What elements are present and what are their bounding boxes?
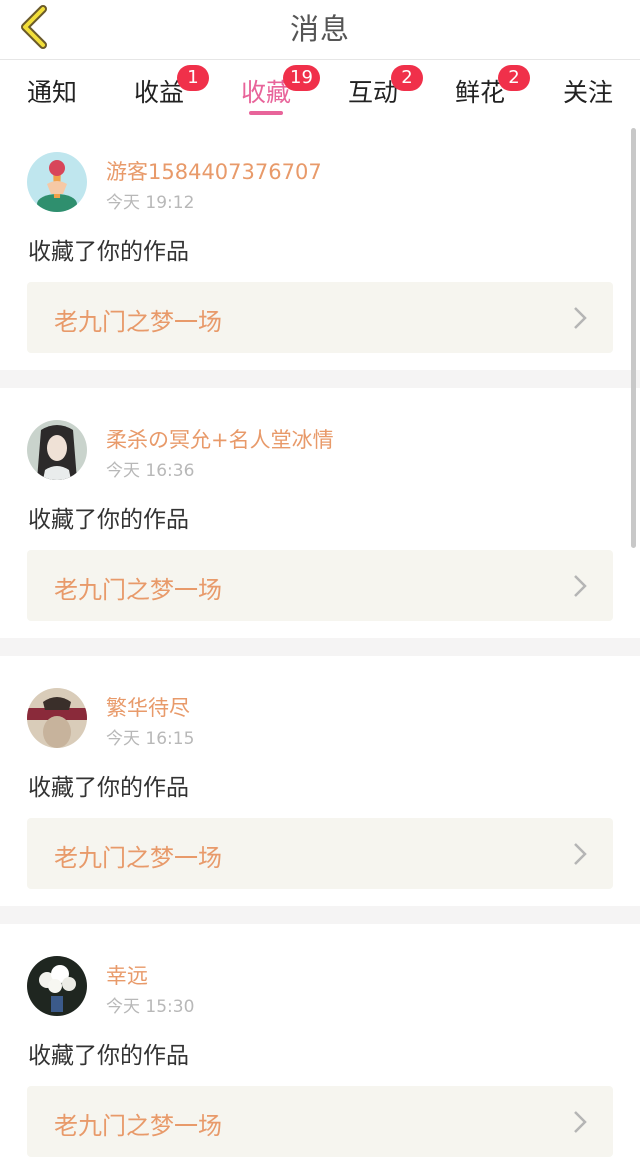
work-link[interactable]: 老九门之梦一场 xyxy=(27,550,613,621)
tab-favorites[interactable]: 收藏 19 xyxy=(226,65,320,119)
username[interactable]: 柔杀の冥允+名人堂冰情 xyxy=(106,424,334,454)
avatar[interactable] xyxy=(27,420,87,480)
scrollbar[interactable] xyxy=(631,128,636,548)
avatar[interactable] xyxy=(27,956,87,1016)
tab-label: 通知 xyxy=(26,78,77,107)
tab-earnings[interactable]: 收益 1 xyxy=(119,65,209,119)
page-title: 消息 xyxy=(289,12,350,46)
tab-flowers[interactable]: 鲜花 2 xyxy=(440,65,530,119)
username[interactable]: 游客1584407376707 xyxy=(106,156,322,186)
username[interactable]: 幸远 xyxy=(106,960,148,990)
work-title: 老九门之梦一场 xyxy=(54,844,222,872)
card-separator xyxy=(0,370,640,388)
action-text: 收藏了你的作品 xyxy=(28,775,189,801)
header-bar: 消息 xyxy=(0,0,640,60)
username[interactable]: 繁华待尽 xyxy=(106,692,190,722)
work-title: 老九门之梦一场 xyxy=(54,1112,222,1140)
work-link[interactable]: 老九门之梦一场 xyxy=(27,1086,613,1157)
favorites-badge: 19 xyxy=(283,65,320,91)
action-text: 收藏了你的作品 xyxy=(28,239,189,265)
tab-interaction[interactable]: 互动 2 xyxy=(333,65,423,119)
message-card: 幸远 今天 15:30 收藏了你的作品 老九门之梦一场 xyxy=(0,924,640,1164)
interaction-badge: 2 xyxy=(391,65,423,91)
flowers-badge: 2 xyxy=(498,65,530,91)
tab-notice[interactable]: 通知 xyxy=(12,73,92,119)
chevron-right-icon xyxy=(574,307,587,329)
card-separator xyxy=(0,906,640,924)
message-card: 繁华待尽 今天 16:15 收藏了你的作品 老九门之梦一场 xyxy=(0,656,640,906)
message-list[interactable]: 游客1584407376707 今天 19:12 收藏了你的作品 老九门之梦一场… xyxy=(0,120,640,1164)
chevron-right-icon xyxy=(574,1111,587,1133)
chevron-right-icon xyxy=(574,843,587,865)
tab-follow[interactable]: 关注 xyxy=(548,73,628,119)
timestamp: 今天 16:36 xyxy=(106,461,195,481)
work-title: 老九门之梦一场 xyxy=(54,308,222,336)
work-link[interactable]: 老九门之梦一场 xyxy=(27,282,613,353)
card-separator xyxy=(0,638,640,656)
timestamp: 今天 19:12 xyxy=(106,193,195,213)
tab-bar: 通知 收益 1 收藏 19 互动 2 鲜花 2 关注 xyxy=(0,61,640,119)
work-link[interactable]: 老九门之梦一场 xyxy=(27,818,613,889)
active-tab-indicator xyxy=(249,111,283,115)
avatar[interactable] xyxy=(27,688,87,748)
message-card: 游客1584407376707 今天 19:12 收藏了你的作品 老九门之梦一场 xyxy=(0,120,640,370)
timestamp: 今天 15:30 xyxy=(106,997,195,1017)
action-text: 收藏了你的作品 xyxy=(28,1043,189,1069)
work-title: 老九门之梦一场 xyxy=(54,576,222,604)
timestamp: 今天 16:15 xyxy=(106,729,195,749)
action-text: 收藏了你的作品 xyxy=(28,507,189,533)
avatar[interactable] xyxy=(27,152,87,212)
earnings-badge: 1 xyxy=(177,65,209,91)
message-card: 柔杀の冥允+名人堂冰情 今天 16:36 收藏了你的作品 老九门之梦一场 xyxy=(0,388,640,638)
tab-label: 关注 xyxy=(562,78,613,107)
chevron-right-icon xyxy=(574,575,587,597)
